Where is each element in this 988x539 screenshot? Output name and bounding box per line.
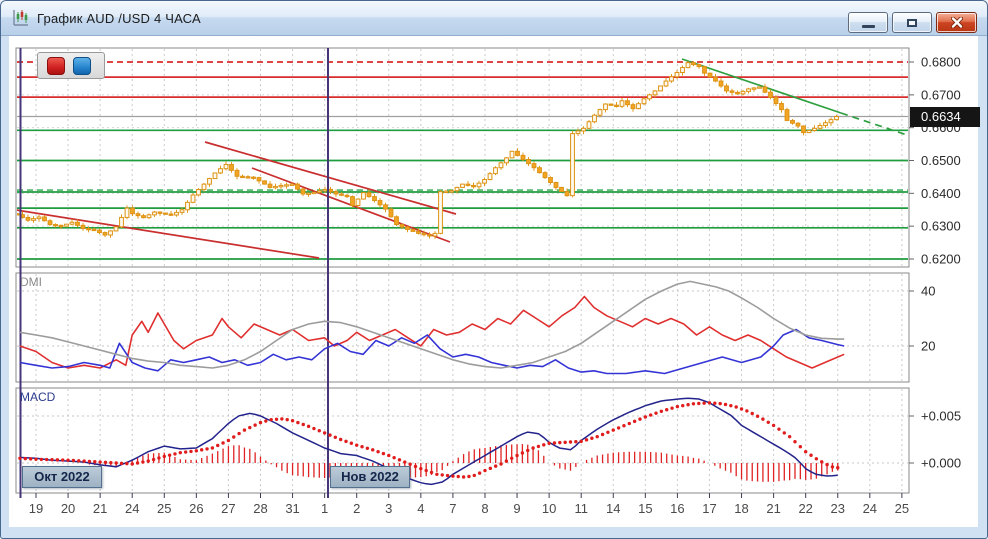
svg-text:18: 18 (734, 501, 748, 516)
chart-canvas[interactable]: 0.68000.67000.66000.65000.64000.63000.62… (1, 1, 988, 539)
svg-text:19: 19 (29, 501, 43, 516)
svg-text:20: 20 (921, 339, 935, 354)
minimize-icon (862, 25, 875, 28)
svg-text:26: 26 (189, 501, 203, 516)
svg-text:31: 31 (285, 501, 299, 516)
close-button[interactable] (936, 12, 977, 33)
svg-text:16: 16 (670, 501, 684, 516)
svg-text:1: 1 (321, 501, 328, 516)
svg-text:25: 25 (157, 501, 171, 516)
svg-text:40: 40 (921, 284, 935, 299)
minimize-button[interactable] (848, 12, 888, 33)
svg-text:0.6500: 0.6500 (921, 153, 961, 168)
svg-text:24: 24 (125, 501, 139, 516)
svg-text:21: 21 (93, 501, 107, 516)
svg-text:+0.000: +0.000 (921, 456, 961, 471)
restore-button[interactable] (892, 12, 932, 33)
svg-text:0.6200: 0.6200 (921, 251, 961, 266)
svg-text:25: 25 (895, 501, 909, 516)
blue-series-button[interactable] (73, 57, 91, 75)
restore-icon (907, 19, 917, 27)
svg-text:7: 7 (449, 501, 456, 516)
svg-text:23: 23 (831, 501, 845, 516)
svg-text:0.6400: 0.6400 (921, 186, 961, 201)
svg-text:17: 17 (702, 501, 716, 516)
current-price-tag: 0.6634 (910, 107, 980, 127)
svg-text:22: 22 (798, 501, 812, 516)
macd-panel-label: MACD (20, 390, 55, 404)
price-panel[interactable] (16, 48, 909, 267)
svg-text:24: 24 (863, 501, 877, 516)
svg-text:0.6300: 0.6300 (921, 219, 961, 234)
svg-text:2: 2 (353, 501, 360, 516)
chart-icon (11, 8, 31, 28)
svg-text:0.6800: 0.6800 (921, 55, 961, 70)
svg-text:0.6700: 0.6700 (921, 87, 961, 102)
chart-window: 0.68000.67000.66000.65000.64000.63000.62… (0, 0, 988, 539)
svg-text:21: 21 (766, 501, 780, 516)
svg-text:3: 3 (385, 501, 392, 516)
svg-text:4: 4 (417, 501, 424, 516)
window-titlebar[interactable]: График AUD /USD 4 ЧАСА (1, 1, 987, 36)
window-controls (848, 12, 977, 33)
svg-text:11: 11 (574, 501, 588, 516)
red-series-button[interactable] (47, 57, 65, 75)
month-label-oct: Окт 2022 (22, 466, 102, 488)
close-icon (951, 17, 963, 28)
chart-legend-toolbar (37, 52, 105, 79)
dmi-panel-label: DMI (20, 275, 42, 289)
svg-text:14: 14 (606, 501, 620, 516)
svg-text:20: 20 (61, 501, 75, 516)
svg-text:28: 28 (253, 501, 267, 516)
window-title: График AUD /USD 4 ЧАСА (37, 11, 201, 26)
month-label-nov: Нов 2022 (330, 466, 410, 488)
svg-text:27: 27 (221, 501, 235, 516)
svg-text:+0.005: +0.005 (921, 409, 961, 424)
svg-text:15: 15 (638, 501, 652, 516)
svg-text:9: 9 (513, 501, 520, 516)
svg-text:8: 8 (481, 501, 488, 516)
svg-text:10: 10 (542, 501, 556, 516)
